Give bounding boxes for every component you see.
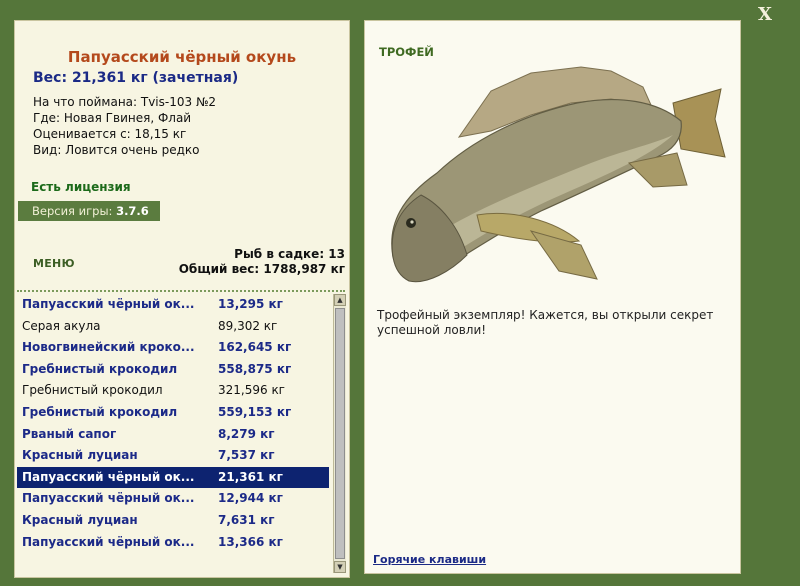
keepnet-stats: Рыб в садке: 13 Общий вес: 1788,987 кг	[179, 247, 345, 277]
catch-name: Серая акула	[22, 318, 101, 333]
scroll-thumb[interactable]	[335, 308, 345, 559]
total-weight: Общий вес: 1788,987 кг	[178, 262, 345, 276]
list-item[interactable]: Рваный сапог 8,279 кг	[17, 424, 329, 446]
catch-name: Папуасский чёрный ок...	[22, 491, 195, 506]
version-bar: Версия игры: 3.7.6	[18, 201, 160, 221]
list-item[interactable]: Красный луциан 7,537 кг	[17, 445, 329, 467]
list-item[interactable]: Гребнистый крокодил 321,596 кг	[17, 380, 329, 402]
catch-weight: 13,295 кг	[218, 297, 283, 311]
fish-weight: Вес: 21,361 кг (зачетная)	[33, 70, 239, 86]
catch-weight: 559,153 кг	[218, 405, 292, 419]
catch-name: Новогвинейский кроко...	[22, 340, 195, 355]
catch-weight: 558,875 кг	[218, 361, 292, 376]
list-item[interactable]: Папуасский чёрный ок... 13,366 кг	[17, 532, 329, 554]
version-label: Версия игры:	[32, 204, 113, 218]
catch-name: Красный луциан	[22, 448, 138, 463]
menu-button[interactable]: МЕНЮ	[33, 257, 75, 270]
catch-name: Гребнистый крокодил	[22, 361, 178, 376]
catch-name: Папуасский чёрный ок...	[22, 534, 195, 549]
catch-name: Красный луциан	[22, 513, 138, 527]
bait-info: На что поймана: Tvis-103 №2	[33, 95, 217, 109]
version-value: 3.7.6	[116, 204, 149, 218]
catch-weight: 12,944 кг	[218, 491, 283, 506]
scrollbar[interactable]: ▲ ▼	[333, 294, 346, 573]
catch-name: Папуасский чёрный ок...	[22, 469, 195, 484]
list-item[interactable]: Папуасский чёрный ок... 13,295 кг	[17, 294, 329, 316]
close-button[interactable]: X	[754, 4, 776, 26]
catch-weight: 162,645 кг	[218, 340, 292, 355]
trophy-description: Трофейный экземпляр! Кажется, вы открыли…	[377, 308, 714, 337]
catch-weight: 7,537 кг	[218, 448, 275, 463]
list-item[interactable]: Папуасский чёрный ок... 12,944 кг	[17, 488, 329, 510]
list-item-selected[interactable]: Папуасский чёрный ок... 21,361 кг	[17, 466, 329, 489]
catch-name: Рваный сапог	[22, 426, 117, 441]
fish-info-panel: Папуасский чёрный окунь Вес: 21,361 кг (…	[14, 20, 350, 578]
location-info: Где: Новая Гвинея, Флай	[33, 111, 192, 125]
catch-list[interactable]: Папуасский чёрный ок... 13,295 кг Серая ак…	[17, 294, 331, 572]
list-item[interactable]: Гребнистый крокодил 558,875 кг	[17, 359, 329, 381]
fish-count: Рыб в садке: 13	[234, 247, 345, 261]
catch-name: Гребнистый крокодил	[22, 383, 163, 398]
catch-name: Папуасский чёрный ок...	[22, 297, 195, 311]
catch-weight: 8,279 кг	[218, 426, 275, 441]
list-item[interactable]: Серая акула 89,302 кг	[17, 316, 329, 338]
catch-name: Гребнистый крокодил	[22, 405, 178, 419]
trophy-label: ТРОФЕЙ	[379, 45, 434, 59]
license-status: Есть лицензия	[31, 180, 131, 194]
catch-weight: 7,631 кг	[218, 513, 275, 527]
catch-weight: 321,596 кг	[218, 383, 285, 398]
list-item[interactable]: Новогвинейский кроко... 162,645 кг	[17, 337, 329, 359]
hotkeys-link[interactable]: Горячие клавиши	[373, 553, 486, 566]
fish-image	[391, 66, 726, 283]
scroll-down-icon[interactable]: ▼	[334, 561, 346, 573]
divider	[17, 290, 345, 292]
fish-title: Папуасский чёрный окунь	[67, 48, 297, 66]
rarity-info: Вид: Ловится очень редко	[33, 143, 200, 157]
scroll-up-icon[interactable]: ▲	[334, 294, 346, 306]
list-item[interactable]: Красный луциан 7,631 кг	[17, 510, 329, 532]
catch-weight: 89,302 кг	[218, 318, 278, 333]
value-info: Оценивается с: 18,15 кг	[33, 127, 187, 141]
list-item[interactable]: Гребнистый крокодил 559,153 кг	[17, 402, 329, 424]
catch-weight: 21,361 кг	[218, 469, 283, 484]
catch-weight: 13,366 кг	[218, 534, 283, 549]
trophy-panel: ТРОФЕЙ Трофейный экземпляр! Кажется, вы …	[364, 20, 741, 574]
